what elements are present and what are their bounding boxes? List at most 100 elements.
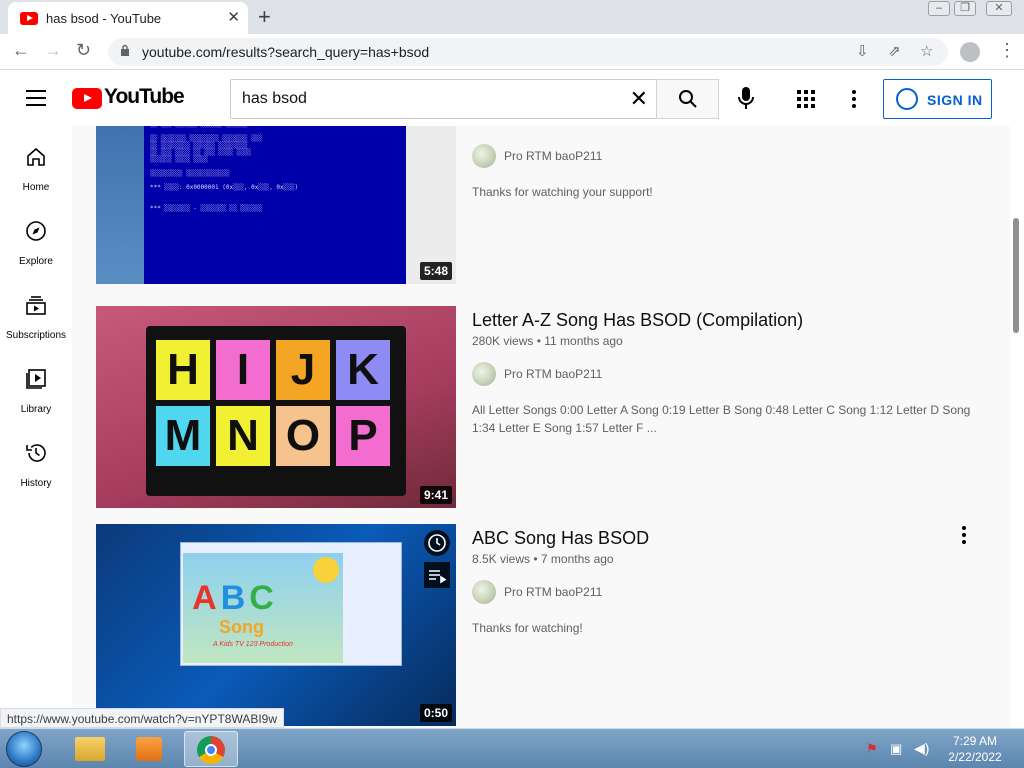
letter-tile: J [276, 340, 330, 400]
guide-item-explore[interactable]: Explore [0, 210, 72, 284]
letter-tile: M [156, 406, 210, 466]
browser-toolbar: ← → ↻ youtube.com/results?search_query=h… [0, 34, 1024, 70]
guide-item-label: Library [20, 404, 52, 415]
abc-letter: A [192, 579, 217, 617]
add-to-queue-icon[interactable] [424, 562, 450, 588]
abc-letter: C [249, 579, 274, 617]
youtube-logo-icon[interactable] [72, 88, 102, 109]
sun-icon [313, 557, 339, 583]
sign-in-button[interactable]: SIGN IN [883, 79, 992, 119]
account-icon [896, 88, 918, 110]
bookmark-star-icon[interactable]: ☆ [920, 42, 933, 60]
video-thumbnail[interactable]: A B C Song A Kids TV 123 Production 0:50 [96, 524, 456, 726]
abc-song-word: Song [219, 617, 264, 637]
tab-title: has bsod - YouTube [46, 11, 162, 26]
chrome-icon [197, 736, 225, 764]
install-icon[interactable]: ⇩ [856, 42, 869, 60]
youtube-favicon-icon [20, 12, 38, 25]
video-title[interactable]: Letter A-Z Song Has BSOD (Compilation) [472, 310, 803, 331]
url-text: youtube.com/results?search_query=has+bso… [142, 44, 430, 60]
new-tab-icon[interactable]: + [258, 4, 271, 30]
letter-tile: P [336, 406, 390, 466]
subscriptions-icon [26, 296, 46, 315]
channel-avatar [472, 580, 496, 604]
windows-taskbar: ⚑ ▣ ◀) 7:29 AM 2/22/2022 [0, 728, 1024, 768]
letter-tile: N [216, 406, 270, 466]
profile-avatar-icon[interactable] [960, 42, 980, 62]
guide-item-label: Home [22, 182, 50, 193]
video-description: Thanks for watching! [472, 621, 583, 635]
library-icon [26, 369, 46, 389]
guide-item-subscriptions[interactable]: Subscriptions [0, 284, 72, 358]
close-window-button[interactable]: ✕ [986, 1, 1012, 16]
channel-name: Pro RTM baoP211 [504, 149, 603, 163]
video-description: All Letter Songs 0:00 Letter A Song 0:19… [472, 403, 971, 435]
channel-avatar [472, 144, 496, 168]
guide-item-label: History [20, 478, 52, 489]
letter-tile: K [336, 340, 390, 400]
taskbar-chrome[interactable] [184, 731, 238, 767]
letter-tile: H [156, 340, 210, 400]
media-player-icon [136, 737, 162, 761]
taskbar-explorer[interactable] [62, 731, 116, 767]
forward-icon[interactable]: → [44, 40, 62, 61]
youtube-logo-text[interactable]: YouTube [104, 85, 185, 109]
start-button[interactable] [6, 731, 42, 767]
clock-time: 7:29 AM [952, 734, 998, 748]
browser-tab[interactable]: has bsod - YouTube ✕ [8, 2, 248, 34]
folder-icon [75, 737, 105, 761]
channel-avatar [472, 362, 496, 386]
video-title[interactable]: ABC Song Has BSOD [472, 528, 649, 549]
video-duration: 5:48 [419, 262, 452, 280]
video-player-window: A B C Song A Kids TV 123 Production [180, 542, 402, 666]
abc-letter: B [220, 579, 246, 617]
search-input[interactable] [231, 80, 611, 118]
clear-search-icon[interactable]: ✕ [630, 86, 648, 112]
youtube-header: YouTube ✕ SIGN IN [0, 70, 1024, 126]
video-thumbnail[interactable]: ░░ ░░░ ░░ ░░ ░░░░░░ ░░ ░░░░ ░░░ ░░░ ░░ ░░░░░… [96, 126, 456, 284]
minimize-window-button[interactable]: – [928, 1, 950, 16]
letter-tile: I [216, 340, 270, 400]
video-metadata: 280K views • 11 months ago [472, 334, 623, 348]
history-icon [26, 444, 46, 462]
browser-tab-strip: has bsod - YouTube ✕ + – ❐ ✕ [0, 0, 1024, 34]
reload-icon[interactable]: ↻ [76, 40, 91, 61]
channel-name: Pro RTM baoP211 [504, 585, 603, 599]
bsod-screen: ░░ ░░░ ░░ ░░ ░░░░░░ ░░ ░░░░ ░░░ ░░░ ░░ ░░░░░… [144, 126, 406, 284]
abc-letters: A B C [183, 579, 283, 618]
queue-icon [429, 570, 447, 584]
link-status-url: https://www.youtube.com/watch?v=nYPT8WAB… [0, 708, 285, 728]
action-center-flag-icon[interactable]: ⚑ [866, 741, 878, 757]
taskbar-clock[interactable]: 7:29 AM 2/22/2022 [940, 733, 1010, 765]
settings-more-icon[interactable] [852, 90, 856, 108]
guide-item-library[interactable]: Library [0, 358, 72, 432]
volume-icon[interactable]: ◀) [914, 740, 929, 757]
close-tab-icon[interactable]: ✕ [227, 8, 240, 26]
guide-item-label: Subscriptions [5, 330, 67, 341]
microphone-icon[interactable] [736, 86, 756, 112]
hamburger-menu-icon[interactable] [26, 90, 46, 106]
video-thumbnail[interactable]: H I J K M N O P 9:41 [96, 306, 456, 508]
guide-item-history[interactable]: History [0, 432, 72, 506]
back-icon[interactable]: ← [12, 40, 30, 61]
desktop-icons-strip [96, 126, 144, 284]
apps-grid-icon[interactable] [797, 90, 815, 108]
watch-later-icon[interactable] [424, 530, 450, 556]
compass-icon [26, 221, 46, 241]
search-button[interactable] [656, 79, 719, 119]
video-description: Thanks for watching your support! [472, 185, 653, 199]
channel-name: Pro RTM baoP211 [504, 367, 603, 381]
maximize-window-button[interactable]: ❐ [954, 1, 976, 16]
share-icon[interactable]: ⇗ [888, 42, 901, 60]
lock-icon [121, 44, 129, 56]
address-bar[interactable]: youtube.com/results?search_query=has+bso… [108, 38, 948, 66]
network-icon[interactable]: ▣ [890, 741, 902, 757]
browser-menu-icon[interactable]: ⋮ [998, 40, 1016, 61]
letter-grid: H I J K M N O P [156, 340, 390, 466]
search-box: ✕ [230, 79, 656, 119]
taskbar-media-player[interactable] [122, 731, 176, 767]
guide-item-home[interactable]: Home [0, 136, 72, 210]
page-scrollbar[interactable] [1013, 218, 1019, 333]
abc-song-frame: A B C Song A Kids TV 123 Production [183, 553, 343, 663]
video-actions-menu-icon[interactable] [962, 526, 966, 547]
